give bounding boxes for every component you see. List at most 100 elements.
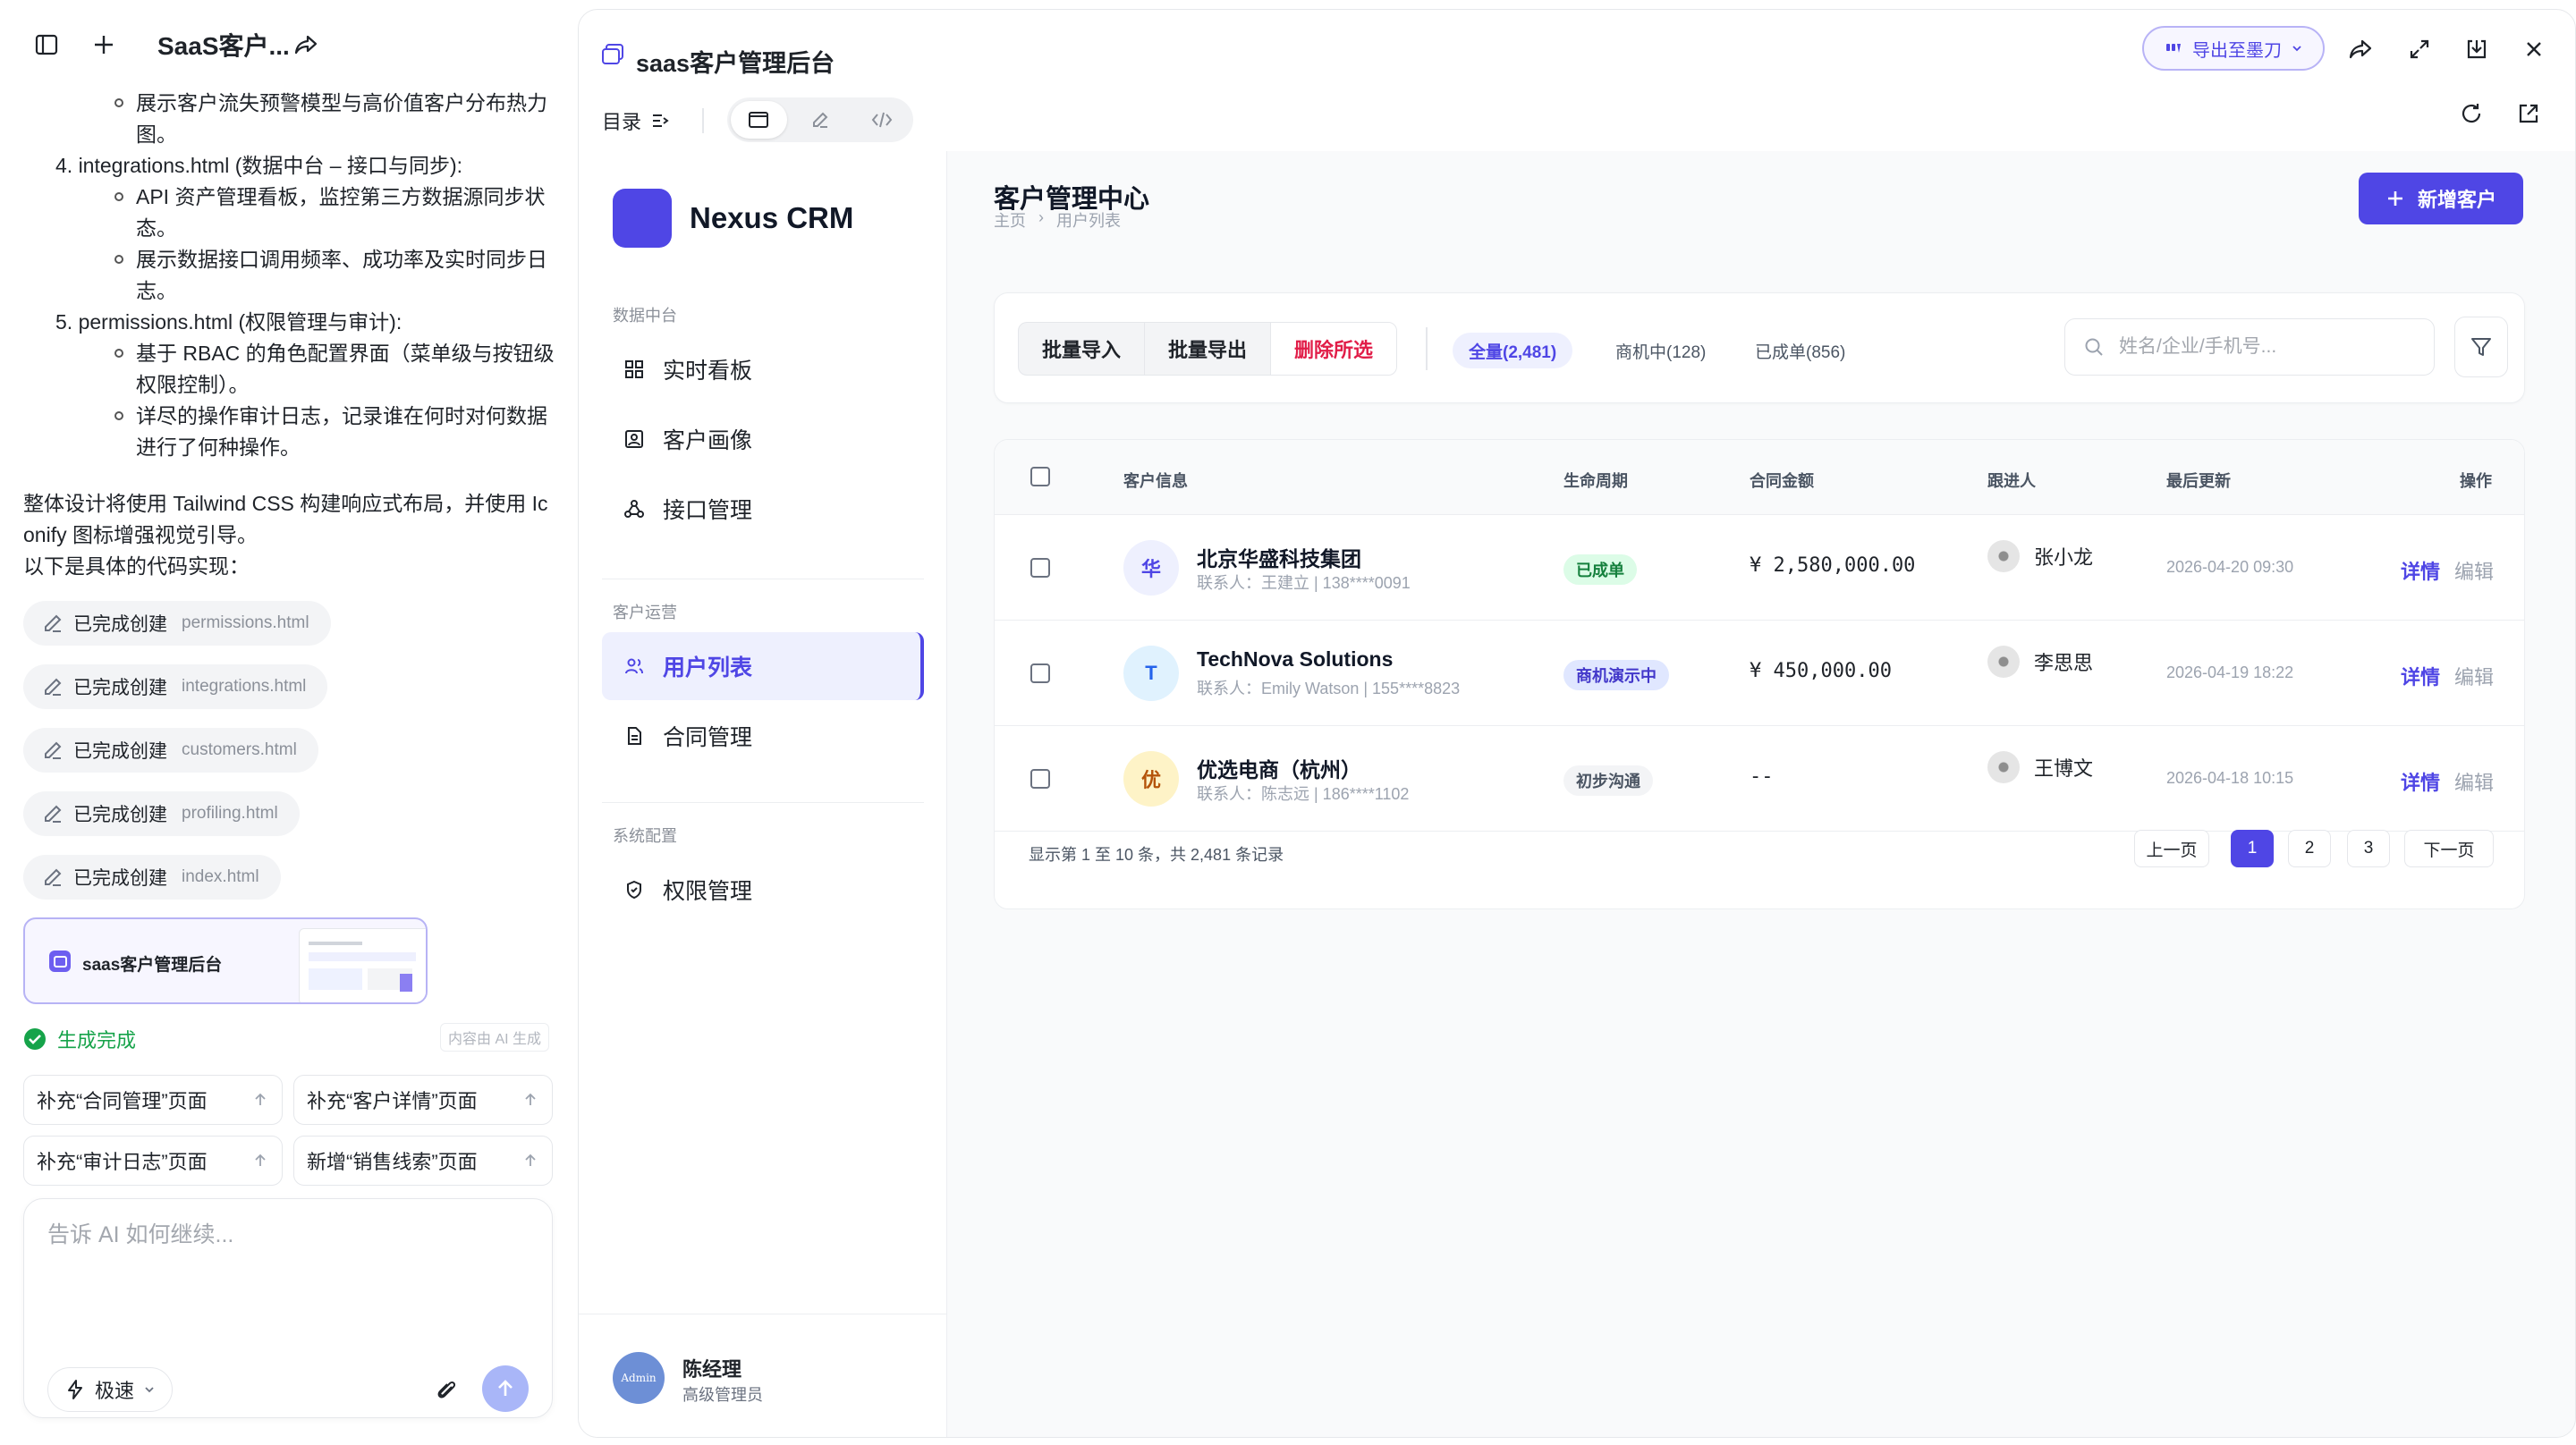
- modao-logo-icon: [2166, 44, 2181, 53]
- arrow-up-icon: [525, 1153, 536, 1166]
- grid-icon: [625, 360, 643, 378]
- nav-item-contracts[interactable]: 合同管理: [602, 702, 924, 770]
- detail-link[interactable]: 详情: [2401, 556, 2440, 585]
- file-created-chip[interactable]: 已完成创建 index.html: [23, 855, 281, 900]
- page-button[interactable]: 3: [2347, 830, 2390, 867]
- owner-avatar: [1987, 646, 2020, 678]
- code-mode-button[interactable]: [853, 101, 910, 139]
- chat-line: 进行了何种操作。: [136, 435, 301, 459]
- crm-app: Nexus CRM 数据中台 实时看板 客户画像 接口管理 客户运营 用户列表: [579, 151, 2575, 1437]
- attach-icon[interactable]: [430, 1374, 462, 1407]
- share-icon[interactable]: [290, 29, 322, 61]
- suggestion-button[interactable]: 补充“审计日志”页面: [23, 1136, 283, 1186]
- suggestion-button[interactable]: 补充“合同管理”页面: [23, 1075, 283, 1125]
- export-button[interactable]: 导出至墨刀: [2142, 26, 2325, 71]
- add-customer-button[interactable]: 新增客户: [2359, 173, 2523, 224]
- refresh-icon[interactable]: [2455, 97, 2487, 130]
- close-icon[interactable]: [2518, 33, 2550, 65]
- file-created-chip[interactable]: 已完成创建 permissions.html: [23, 601, 331, 646]
- toolbar: 批量导入 批量导出 删除所选 全量(2,481) 商机中(128) 已成单(85…: [994, 292, 2525, 403]
- new-chat-icon[interactable]: [88, 29, 120, 61]
- arrow-up-icon: [525, 1093, 536, 1105]
- ai-generated-note: 内容由 AI 生成: [440, 1023, 550, 1052]
- delete-selected-button[interactable]: 删除所选: [1271, 323, 1397, 375]
- nav-item-dashboard[interactable]: 实时看板: [602, 335, 924, 403]
- last-updated: 2026-04-19 18:22: [2166, 663, 2294, 681]
- contract-amount: ¥ 2,580,000.00: [1750, 554, 1916, 577]
- nav-item-profiling[interactable]: 客户画像: [602, 405, 924, 473]
- select-all-checkbox[interactable]: [1030, 467, 1050, 486]
- row-checkbox[interactable]: [1030, 769, 1050, 789]
- chip-label: 已完成创建: [73, 741, 167, 762]
- edit-mode-button[interactable]: [792, 101, 849, 139]
- window-icon: [600, 42, 625, 67]
- brand-name: Nexus CRM: [690, 201, 854, 234]
- pagination-info: 显示第 1 至 10 条，共 2,481 条记录: [1029, 846, 1284, 864]
- page-button[interactable]: 1: [2231, 830, 2274, 867]
- owner-avatar: [1987, 751, 2020, 783]
- chat-line: 以下是具体的代码实现：: [23, 554, 250, 578]
- chip-label: 已完成创建: [73, 614, 167, 635]
- chat-title: SaaS客户...: [157, 32, 290, 60]
- download-icon[interactable]: [2461, 33, 2493, 65]
- detail-link[interactable]: 详情: [2401, 662, 2440, 690]
- expand-icon[interactable]: [2403, 33, 2436, 65]
- nav-item-user-list[interactable]: 用户列表: [602, 632, 924, 700]
- page-button[interactable]: 2: [2288, 830, 2331, 867]
- arrow-up-icon: [255, 1093, 266, 1105]
- toc-button[interactable]: 目录: [602, 106, 670, 135]
- preview-mode-button[interactable]: [731, 101, 787, 139]
- detail-link[interactable]: 详情: [2401, 767, 2440, 796]
- file-created-chip[interactable]: 已完成创建 integrations.html: [23, 664, 328, 709]
- divider: [1426, 327, 1428, 370]
- search-input[interactable]: [2119, 336, 2423, 358]
- filter-won[interactable]: 已成单(856): [1739, 333, 1861, 368]
- filter-button[interactable]: [2454, 317, 2508, 377]
- row-checkbox[interactable]: [1030, 558, 1050, 578]
- preview-pane: saas客户管理后台 导出至墨刀 目录 Nexus CRM 数据中台 实时看板 …: [578, 9, 2576, 1438]
- composer-input[interactable]: [47, 1222, 521, 1248]
- share-icon[interactable]: [2344, 33, 2377, 65]
- artifact-card[interactable]: saas客户管理后台: [23, 917, 428, 1004]
- filter-opportunity[interactable]: 商机中(128): [1599, 333, 1722, 368]
- user-profile[interactable]: Admin 陈经理 高级管理员: [579, 1314, 947, 1437]
- file-created-chip[interactable]: 已完成创建 profiling.html: [23, 791, 300, 836]
- bulk-export-button[interactable]: 批量导出: [1145, 323, 1272, 375]
- nav-item-integrations[interactable]: 接口管理: [602, 475, 924, 543]
- chat-line: 展示客户流失预警模型与高价值客户分布热力: [136, 91, 547, 114]
- edit-link[interactable]: 编辑: [2454, 556, 2494, 585]
- arrow-up-icon: [255, 1153, 266, 1166]
- filter-all[interactable]: 全量(2,481): [1453, 333, 1573, 368]
- shield-icon: [627, 880, 641, 900]
- nav-group-title: 系统配置: [613, 827, 677, 845]
- open-external-icon[interactable]: [2512, 97, 2545, 130]
- prev-page-button[interactable]: 上一页: [2134, 830, 2209, 867]
- check-circle-icon: [24, 1028, 46, 1050]
- owner-avatar: [1987, 540, 2020, 572]
- nav-item-permissions[interactable]: 权限管理: [602, 856, 924, 924]
- suggestion-button[interactable]: 新增“销售线索”页面: [293, 1136, 553, 1186]
- code-icon: [871, 112, 892, 128]
- bulk-import-button[interactable]: 批量导入: [1019, 323, 1146, 375]
- chip-filename: customers.html: [182, 740, 297, 759]
- next-page-button[interactable]: 下一页: [2404, 830, 2494, 867]
- artifact-thumbnail: [299, 928, 426, 1002]
- contract-amount: --: [1750, 765, 1774, 788]
- breadcrumb: 主页 › 用户列表: [994, 208, 1121, 232]
- suggestion-button[interactable]: 补充“客户详情”页面: [293, 1075, 553, 1125]
- list-bullet: [114, 349, 123, 358]
- edit-link[interactable]: 编辑: [2454, 662, 2494, 690]
- customer-name: 优选电商（杭州）: [1197, 758, 1361, 782]
- avatar: Admin: [613, 1352, 665, 1404]
- row-checkbox[interactable]: [1030, 663, 1050, 683]
- edit-link[interactable]: 编辑: [2454, 767, 2494, 796]
- nav-label: 权限管理: [663, 879, 753, 904]
- owner-name: 王博文: [2034, 757, 2094, 780]
- sidebar-toggle-icon[interactable]: [30, 29, 63, 61]
- file-created-chip[interactable]: 已完成创建 customers.html: [23, 728, 318, 773]
- breadcrumb-home[interactable]: 主页: [994, 208, 1026, 232]
- mode-selector[interactable]: 极速: [47, 1367, 174, 1412]
- send-button[interactable]: [482, 1365, 529, 1412]
- chat-line: 展示数据接口调用频率、成功率及实时同步日: [136, 248, 547, 271]
- nav-label: 实时看板: [663, 359, 753, 384]
